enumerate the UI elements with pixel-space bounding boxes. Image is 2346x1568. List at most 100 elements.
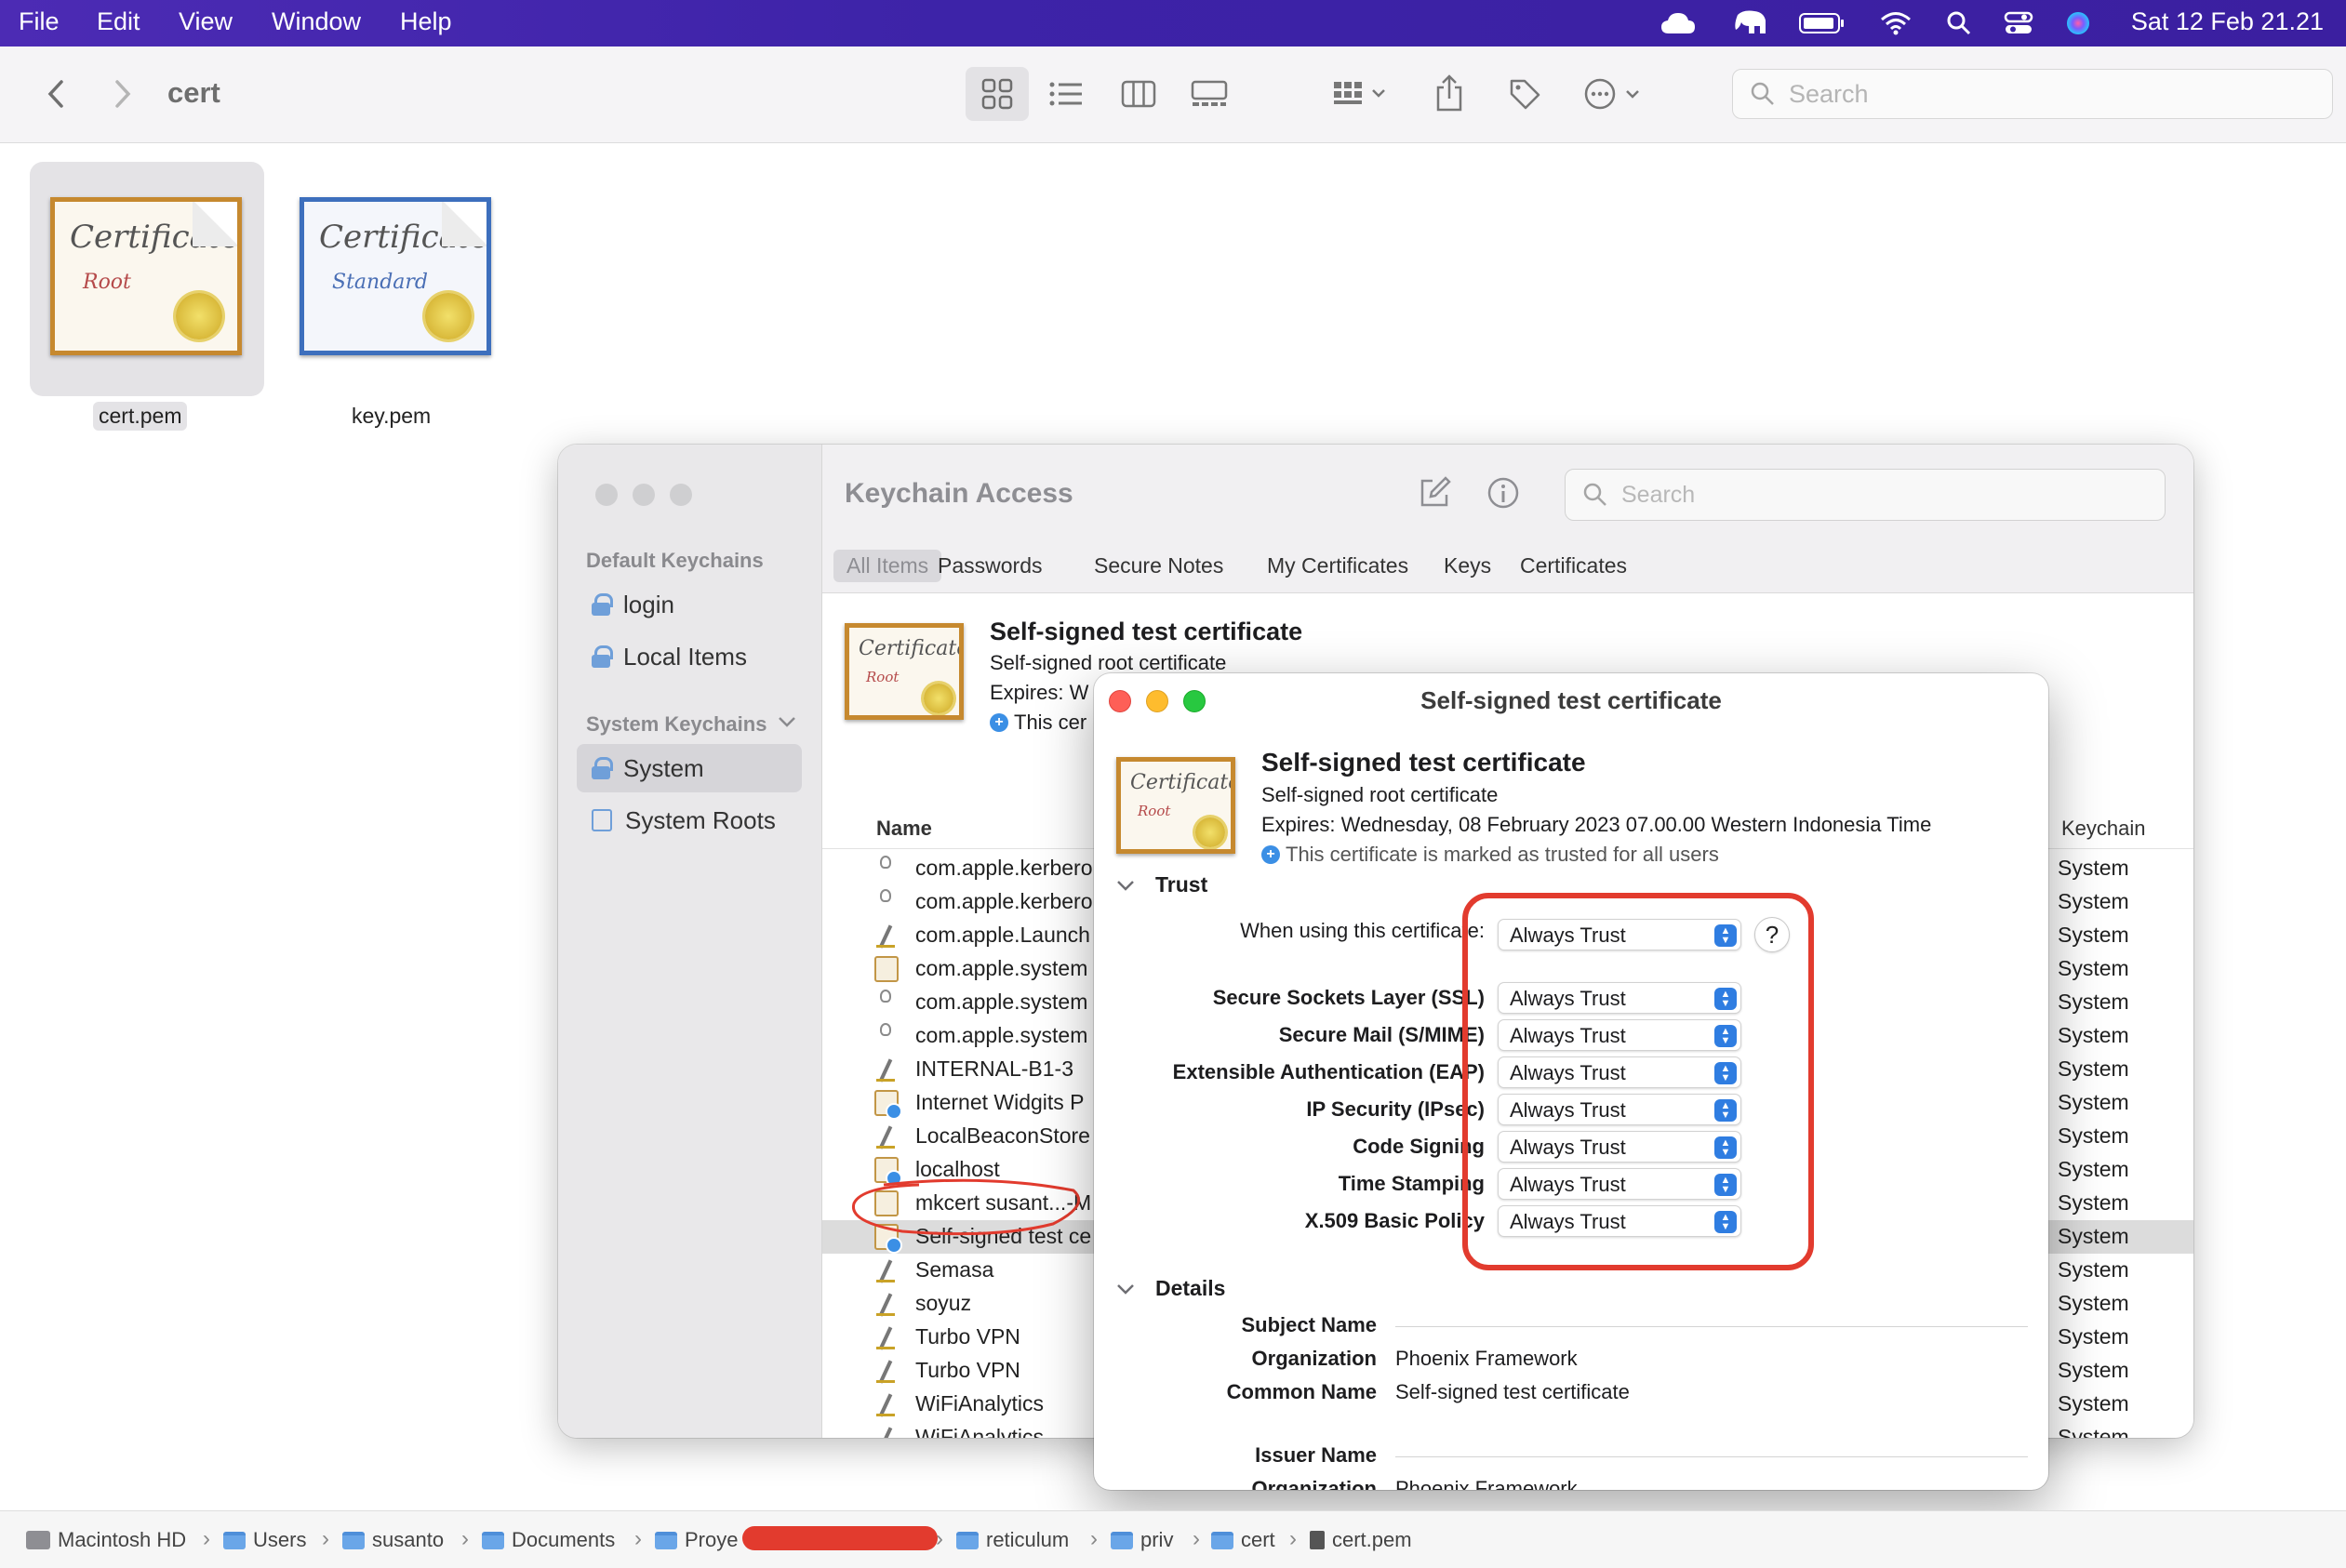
detail-label: Organization — [1251, 1477, 1377, 1490]
tab-secure-notes[interactable]: Secure Notes — [1081, 550, 1236, 582]
more-actions-button[interactable] — [1581, 67, 1652, 121]
icon-view-button[interactable] — [966, 67, 1029, 121]
trust-disclosure-chevron-icon[interactable] — [1116, 880, 1135, 897]
elephant-icon[interactable] — [1730, 7, 1771, 39]
search-placeholder: Search — [1621, 481, 1696, 508]
folder-icon — [1111, 1531, 1133, 1549]
path-segment-documents[interactable]: Documents — [482, 1528, 615, 1552]
sidebar-item-label: System Roots — [625, 805, 776, 834]
keychain-search-input[interactable]: Search — [1565, 469, 2166, 521]
trust-section-header[interactable]: Trust — [1155, 872, 1207, 897]
close-button-inactive[interactable] — [595, 484, 618, 506]
forward-button[interactable] — [104, 73, 141, 115]
key-icon — [880, 856, 891, 869]
tab-passwords[interactable]: Passwords — [925, 550, 1055, 582]
sidebar-item-login[interactable]: login — [577, 580, 802, 629]
search-icon — [1750, 81, 1776, 113]
row-name: com.apple.kerbero — [915, 889, 1093, 913]
sidebar-item-label: Local Items — [623, 642, 747, 671]
path-segment-users[interactable]: Users — [223, 1528, 306, 1552]
row-keychain: System — [2058, 1425, 2129, 1438]
home-folder-icon — [342, 1531, 365, 1549]
sidebar-item-system[interactable]: System — [577, 744, 802, 792]
file-cert-pem[interactable]: Certificate Root — [30, 162, 264, 396]
spotlight-search-icon[interactable] — [1942, 7, 1976, 39]
row-name: soyuz — [915, 1291, 972, 1315]
keychain-sidebar: Default Keychains login Local Items Syst… — [558, 445, 822, 1438]
column-view-button[interactable] — [1107, 67, 1170, 121]
row-keychain: System — [2058, 1291, 2129, 1315]
sidebar-item-label: System — [623, 753, 704, 782]
wifi-icon[interactable] — [1877, 7, 1914, 39]
row-name: Semasa — [915, 1257, 994, 1282]
unlock-icon — [592, 593, 613, 616]
row-keychain: System — [2058, 1190, 2129, 1215]
path-segment-proye[interactable]: Proye — [655, 1528, 738, 1552]
tab-certificates[interactable]: Certificates — [1507, 550, 1640, 582]
menu-window[interactable]: Window — [272, 7, 361, 36]
path-segment-macintosh-hd[interactable]: Macintosh HD — [26, 1528, 186, 1552]
menu-clock[interactable]: Sat 12 Feb 21.21 — [2131, 7, 2324, 36]
column-header-keychain[interactable]: Keychain — [2061, 817, 2146, 841]
sidebar-item-system-roots[interactable]: System Roots — [577, 796, 802, 844]
folder-icon — [223, 1531, 246, 1549]
cert-expires: Expires: Wednesday, 08 February 2023 07.… — [1261, 813, 1932, 836]
row-name: Turbo VPN — [915, 1324, 1020, 1349]
default-keychains-header: Default Keychains — [586, 549, 764, 572]
group-by-button[interactable] — [1325, 67, 1399, 121]
path-segment-cert-pem[interactable]: cert.pem — [1310, 1528, 1412, 1552]
file-name-cert[interactable]: cert.pem — [93, 402, 188, 431]
info-icon[interactable] — [1486, 476, 1520, 514]
back-button[interactable] — [37, 73, 74, 115]
menu-edit[interactable]: Edit — [97, 7, 140, 36]
battery-icon[interactable] — [1797, 7, 1847, 39]
gallery-view-button[interactable] — [1178, 67, 1241, 121]
row-name: com.apple.system — [915, 990, 1088, 1014]
trust-policy-label: IP Security (IPsec) — [1306, 1097, 1485, 1121]
cert-kind: Self-signed root certificate — [990, 651, 1227, 674]
cert-name: Self-signed test certificate — [1261, 748, 1586, 777]
details-disclosure-chevron-icon[interactable] — [1116, 1283, 1135, 1301]
list-view-button[interactable] — [1034, 67, 1098, 121]
folder-icon — [956, 1531, 979, 1549]
detail-value: Phoenix Framework — [1395, 1477, 1578, 1490]
tab-keys[interactable]: Keys — [1431, 550, 1504, 582]
details-section-header[interactable]: Details — [1155, 1276, 1225, 1301]
compose-icon[interactable] — [1418, 476, 1451, 514]
path-segment-reticulum[interactable]: reticulum — [956, 1528, 1069, 1552]
row-keychain: System — [2058, 889, 2129, 913]
cert-name: Self-signed test certificate — [990, 618, 1303, 645]
siri-icon[interactable] — [2061, 7, 2095, 39]
finder-search-input[interactable]: Search — [1732, 69, 2333, 119]
unlock-icon — [592, 645, 613, 668]
control-center-icon[interactable] — [2000, 7, 2037, 39]
menu-file[interactable]: File — [19, 7, 60, 36]
chevron-down-icon[interactable] — [778, 716, 796, 734]
system-keychains-header[interactable]: System Keychains — [586, 712, 766, 737]
folder-icon — [482, 1531, 504, 1549]
share-icon[interactable] — [1429, 65, 1470, 121]
row-name: Internet Widgits P — [915, 1090, 1085, 1114]
sidebar-item-local-items[interactable]: Local Items — [577, 632, 802, 681]
window-title: Keychain Access — [845, 478, 1073, 509]
column-header-name[interactable]: Name — [876, 817, 932, 841]
menu-help[interactable]: Help — [400, 7, 452, 36]
path-segment-priv[interactable]: priv — [1111, 1528, 1173, 1552]
zoom-button-inactive[interactable] — [670, 484, 692, 506]
menu-view[interactable]: View — [179, 7, 233, 36]
path-segment-cert[interactable]: cert — [1211, 1528, 1275, 1552]
file-key-pem[interactable]: Certificate Standard — [279, 162, 513, 396]
minimize-button-inactive[interactable] — [633, 484, 655, 506]
path-segment-susanto[interactable]: susanto — [342, 1528, 444, 1552]
password-icon — [874, 1425, 899, 1438]
tab-my-certificates[interactable]: My Certificates — [1254, 550, 1421, 582]
tag-icon[interactable] — [1501, 67, 1548, 121]
row-keychain: System — [2058, 856, 2129, 880]
certificate-root-icon: Certificate Root — [845, 623, 964, 720]
row-name: com.apple.system — [915, 956, 1088, 980]
subject-name-header: Subject Name — [1241, 1313, 1378, 1336]
file-name-key[interactable]: key.pem — [352, 404, 431, 429]
password-icon — [874, 1123, 899, 1149]
cloud-icon[interactable] — [1658, 7, 1699, 39]
cert-trust-note: + This certificate is marked as trusted … — [1261, 843, 1719, 867]
